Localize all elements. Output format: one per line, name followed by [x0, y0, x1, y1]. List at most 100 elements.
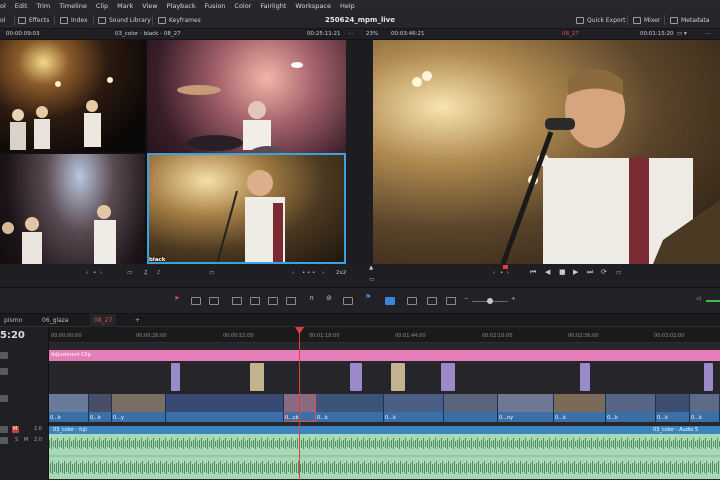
audio-track-1-waveform[interactable]	[49, 434, 720, 479]
selection-tool-icon[interactable]: ➤	[174, 294, 180, 302]
menu-item-edit[interactable]: Edit	[10, 2, 32, 10]
blade-tool-icon[interactable]	[209, 297, 219, 305]
playhead[interactable]	[299, 327, 300, 480]
play-button[interactable]: ▶	[573, 268, 578, 276]
v2-clip[interactable]	[580, 363, 590, 391]
match-frame-icon[interactable]: ▭	[616, 270, 621, 276]
v1-clip[interactable]: 0...k	[316, 394, 384, 422]
viewer-options-icon[interactable]: ···	[705, 29, 710, 40]
menu-item-trim[interactable]: Trim	[32, 2, 55, 10]
v1-clip[interactable]: 0...y	[112, 394, 166, 422]
keyframes-button[interactable]: Keyframes	[158, 11, 201, 29]
menu-item-workspace[interactable]: Workspace	[291, 2, 336, 10]
menu-item-mark[interactable]: Mark	[113, 2, 138, 10]
menu-item-view[interactable]: View	[138, 2, 162, 10]
source-music-icon[interactable]: ♪	[157, 270, 161, 276]
add-timeline-tab-button[interactable]: +	[131, 314, 144, 327]
flag-icon[interactable]: ⚑	[365, 293, 371, 301]
track-a2-mute[interactable]: M	[24, 437, 28, 443]
program-viewer[interactable]	[373, 40, 720, 264]
v2-clip[interactable]	[171, 363, 180, 391]
audio-level-bar[interactable]	[706, 300, 720, 302]
video-track-2[interactable]	[49, 363, 720, 393]
loop-button[interactable]: ⟳	[601, 268, 607, 276]
marker-icon[interactable]	[385, 297, 395, 305]
v1-clip[interactable]: 0...k	[690, 394, 720, 422]
metadata-button[interactable]: Metadata	[670, 11, 709, 29]
grid-layout-select[interactable]: 2x2	[336, 270, 346, 276]
track-a2-lock[interactable]	[0, 437, 8, 444]
zoom-out-icon[interactable]: −	[464, 296, 469, 302]
source-prev-button[interactable]: ‹	[86, 270, 88, 276]
v1-clip[interactable]	[444, 394, 498, 422]
zoom-select[interactable]: 23%	[366, 29, 378, 40]
v1-clip[interactable]: 0...k	[554, 394, 606, 422]
v1-clip[interactable]: 0...ny	[498, 394, 554, 422]
track-v1-badge[interactable]	[0, 395, 8, 402]
menu-item-help[interactable]: Help	[335, 2, 359, 10]
video-track-1[interactable]: 0...k 0...k 0...y 0...ck 0...k 0...k 0..…	[49, 394, 720, 422]
audio-clip-header[interactable]: 03_color - fuji 03_color - Audio 5	[49, 426, 720, 434]
v1-clip[interactable]: 0...k	[89, 394, 112, 422]
track-a1-lock[interactable]	[0, 426, 8, 433]
mixer-button[interactable]: Mixer	[633, 11, 660, 29]
adjustment-clip[interactable]: Adjustment Clip	[49, 350, 720, 361]
source-next-button[interactable]: ›	[100, 270, 102, 276]
v1-clip[interactable]	[166, 394, 284, 422]
source-viewer-grid[interactable]: drum black	[0, 40, 346, 304]
source-cell-band[interactable]	[0, 40, 145, 152]
track-a2-solo[interactable]: S	[15, 437, 18, 443]
source-clip-name[interactable]: 03_color - black - 08_27	[115, 29, 181, 40]
grid-prev-button[interactable]: ‹	[292, 270, 294, 276]
timeline-select[interactable]: 08_27	[562, 29, 579, 40]
position-lock-icon[interactable]	[343, 297, 353, 305]
tab-06-glaza[interactable]: 06_glaza	[38, 314, 73, 327]
v2-clip[interactable]	[704, 363, 713, 391]
stop-button[interactable]: ■	[559, 268, 566, 276]
timeline-ruler[interactable]: 00:00:00:00 00:00:26:00 00:00:52:00 00:0…	[49, 327, 720, 343]
menu-item-clip[interactable]: Clip	[91, 2, 112, 10]
overwrite-clip-icon[interactable]	[250, 297, 260, 305]
menu-item-color[interactable]: Color	[230, 2, 256, 10]
linked-selection-icon[interactable]: ⊘	[326, 294, 332, 302]
viewer-options-button[interactable]: ···	[348, 29, 353, 40]
source-audio-icon[interactable]: ♫	[143, 270, 148, 276]
program-next-button[interactable]: ›	[507, 270, 509, 276]
v2-clip[interactable]	[250, 363, 264, 391]
program-playhead-marker[interactable]	[503, 265, 508, 269]
program-zoom-icon[interactable]: ▭	[369, 277, 374, 283]
menu-item-file[interactable]: ol	[0, 2, 10, 10]
insert-clip-icon[interactable]	[232, 297, 242, 305]
zoom-custom-icon[interactable]	[446, 297, 456, 305]
v1-clip-selected[interactable]: 0...ck	[284, 394, 316, 422]
program-scrubber-marker[interactable]: ▲	[369, 265, 373, 271]
program-prev-button[interactable]: ‹	[493, 270, 495, 276]
trim-tool-icon[interactable]	[191, 297, 201, 305]
timeline-tracks[interactable]: Adjustment Clip 0...k 0...k 0...y 0...ck	[49, 343, 720, 480]
go-to-start-button[interactable]: ⏮	[530, 268, 536, 277]
place-on-top-icon[interactable]	[286, 297, 296, 305]
menu-item-fusion[interactable]: Fusion	[200, 2, 230, 10]
zoom-full-icon[interactable]	[407, 297, 417, 305]
zoom-slider-handle[interactable]	[487, 298, 493, 304]
menu-item-playback[interactable]: Playback	[162, 2, 200, 10]
effects-button[interactable]: Effects	[18, 11, 49, 29]
track-v3-badge[interactable]	[0, 352, 8, 359]
menu-item-timeline[interactable]: Timeline	[55, 2, 92, 10]
quick-export-button[interactable]: Quick Export	[576, 11, 626, 29]
v2-clip[interactable]	[441, 363, 455, 391]
v1-clip[interactable]: 0...k	[384, 394, 444, 422]
index-button[interactable]: Index	[60, 11, 88, 29]
source-fullscreen-icon[interactable]: ▭	[209, 270, 214, 276]
source-cell-black[interactable]: black	[147, 153, 346, 264]
replace-clip-icon[interactable]	[268, 297, 278, 305]
zoom-in-icon[interactable]: +	[511, 296, 516, 302]
toolbar-media-pool-button[interactable]: ol	[0, 11, 5, 29]
v1-clip[interactable]: 0...k	[49, 394, 89, 422]
viewer-layout-icon[interactable]: ▭ ▾	[677, 29, 687, 40]
menu-item-fairlight[interactable]: Fairlight	[256, 2, 291, 10]
sound-library-button[interactable]: Sound Library	[98, 11, 151, 29]
play-reverse-button[interactable]: ◀	[545, 268, 550, 276]
v1-clip[interactable]: 0...k	[606, 394, 656, 422]
tab-08-27[interactable]: 08_27	[90, 314, 117, 327]
